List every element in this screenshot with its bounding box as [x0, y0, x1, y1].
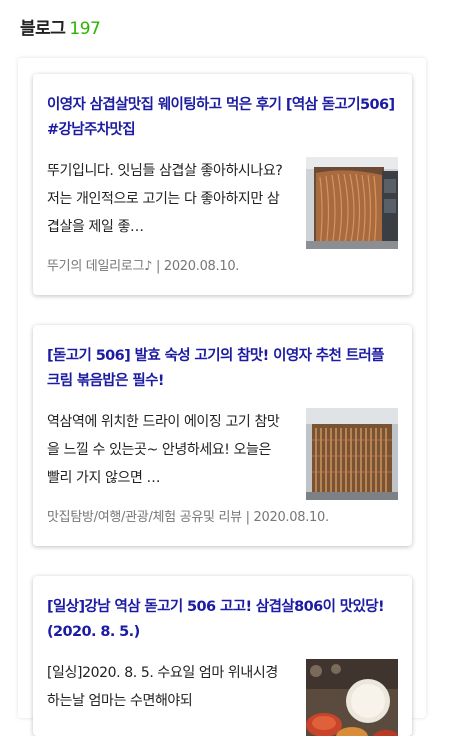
- post-description: 역삼역에 위치한 드라이 에이징 고기 참맛을 느낄 수 있는곳~ 안녕하세요!…: [47, 414, 280, 486]
- section-title: 블로그: [20, 19, 66, 39]
- post-body: [일싱]2020. 8. 5. 수요일 엄마 위내시경 하는날 엄마는 수면해야…: [47, 659, 398, 736]
- food-image: [306, 659, 398, 736]
- post-thumbnail[interactable]: [306, 659, 398, 736]
- post-body: 뚜기입니다. 잇님들 삼겹살 좋아하시나요? 저는 개인적으로 고기는 다 좋아…: [47, 157, 398, 249]
- post-body: 역삼역에 위치한 드라이 에이징 고기 참맛을 느낄 수 있는곳~ 안녕하세요!…: [47, 408, 398, 500]
- post-description: 뚜기입니다. 잇님들 삼겹살 좋아하시나요? 저는 개인적으로 고기는 다 좋아…: [47, 163, 283, 235]
- post-thumbnail[interactable]: [306, 157, 398, 249]
- blog-result-card[interactable]: [일상]강남 역삼 돋고기 506 고고! 삼겹살806이 맛있당! (2020…: [33, 576, 412, 736]
- post-title-link[interactable]: 이영자 삼겹살맛집 웨이팅하고 먹은 후기 [역삼 돋고기506] #강남주차맛…: [47, 93, 398, 143]
- blog-section-header: 블로그 197: [20, 14, 101, 39]
- post-title-link[interactable]: [돋고기 506] 발효 숙성 고기의 참맛! 이영자 추천 트러플 크림 볶음…: [47, 344, 398, 394]
- post-title-link[interactable]: [일상]강남 역삼 돋고기 506 고고! 삼겹살806이 맛있당! (2020…: [47, 595, 398, 645]
- result-count: 197: [69, 19, 101, 39]
- post-thumbnail[interactable]: [306, 408, 398, 500]
- post-meta[interactable]: 맛집탐방/여행/관광/체험 공유및 리뷰 | 2020.08.10.: [47, 506, 329, 525]
- post-meta[interactable]: 뚜기의 데일리로그♪ | 2020.08.10.: [47, 255, 239, 274]
- post-description: [일싱]2020. 8. 5. 수요일 엄마 위내시경 하는날 엄마는 수면해야…: [47, 665, 278, 709]
- blog-result-card[interactable]: [돋고기 506] 발효 숙성 고기의 참맛! 이영자 추천 트러플 크림 볶음…: [33, 325, 412, 546]
- restaurant-facade-image: [306, 157, 398, 249]
- restaurant-facade-image: [306, 408, 398, 500]
- blog-result-card[interactable]: 이영자 삼겹살맛집 웨이팅하고 먹은 후기 [역삼 돋고기506] #강남주차맛…: [33, 74, 412, 295]
